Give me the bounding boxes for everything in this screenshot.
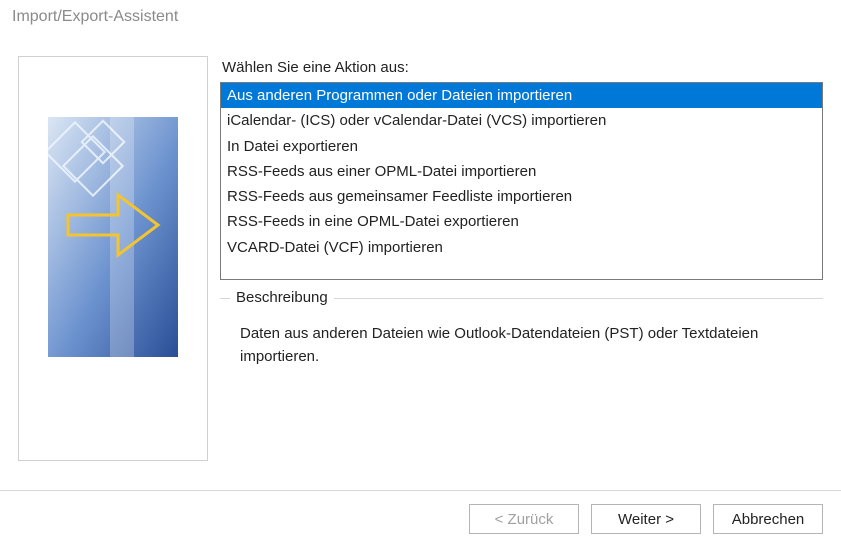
action-export-rss-opml[interactable]: RSS-Feeds in eine OPML-Datei exportieren [221, 209, 822, 234]
wizard-button-row: < Zurück Weiter > Abbrechen [0, 491, 841, 547]
next-button[interactable]: Weiter > [591, 504, 701, 534]
description-group: Beschreibung Daten aus anderen Dateien w… [220, 298, 823, 386]
action-prompt-label: Wählen Sie eine Aktion aus: [222, 59, 823, 76]
window-title: Import/Export-Assistent [0, 0, 841, 40]
back-button: < Zurück [469, 504, 579, 534]
import-export-wizard-dialog: Import/Export-Assistent [0, 0, 841, 547]
action-import-rss-opml[interactable]: RSS-Feeds aus einer OPML-Datei importier… [221, 159, 822, 184]
cancel-button[interactable]: Abbrechen [713, 504, 823, 534]
description-text: Daten aus anderen Dateien wie Outlook-Da… [234, 323, 809, 368]
action-import-from-programs[interactable]: Aus anderen Programmen oder Dateien impo… [221, 83, 822, 108]
import-export-illustration [48, 117, 178, 357]
action-export-to-file[interactable]: In Datei exportieren [221, 134, 822, 159]
action-import-vcard[interactable]: VCARD-Datei (VCF) importieren [221, 235, 822, 260]
action-import-rss-shared[interactable]: RSS-Feeds aus gemeinsamer Feedliste impo… [221, 184, 822, 209]
wizard-main-panel: Wählen Sie eine Aktion aus: Aus anderen … [220, 56, 823, 486]
dialog-body: Wählen Sie eine Aktion aus: Aus anderen … [0, 40, 841, 490]
action-listbox[interactable]: Aus anderen Programmen oder Dateien impo… [220, 82, 823, 280]
wizard-side-panel [18, 56, 208, 461]
description-group-label: Beschreibung [230, 289, 334, 306]
action-import-icalendar[interactable]: iCalendar- (ICS) oder vCalendar-Datei (V… [221, 108, 822, 133]
